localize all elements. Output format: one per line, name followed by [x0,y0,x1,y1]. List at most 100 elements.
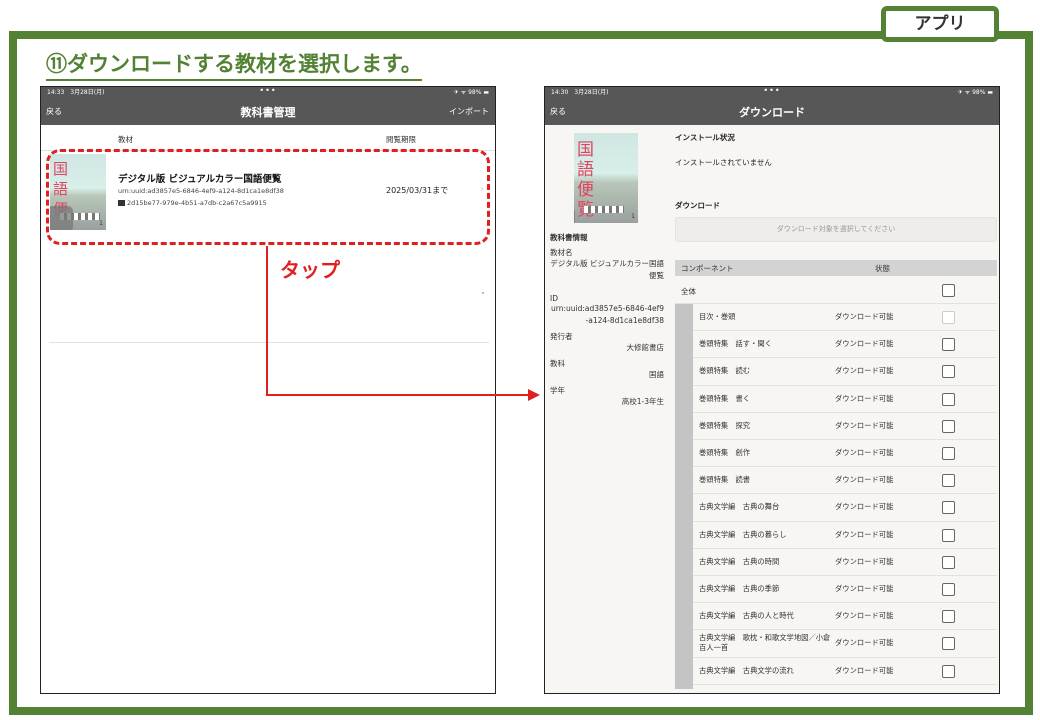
tap-highlight [46,149,490,245]
component-status: ダウンロード可能 [835,584,894,594]
arrow-right-icon [528,389,540,401]
component-checkbox[interactable] [942,338,955,352]
info-publisher-label: 発行者 [550,332,573,341]
component-row[interactable]: 古典文学編 古典文学の流れ ダウンロード可能 [693,658,997,685]
group-indent-bar [675,304,693,689]
component-row[interactable]: 巻頭特集 読書 ダウンロード可能 [693,467,997,495]
info-id-value: urn:uuid:ad3857e5-6846-4ef9-a124-8d1ca1e… [551,304,664,325]
component-status: ダウンロード可能 [835,638,894,648]
textbook-info-panel: 教科書情報 教材名 デジタル版 ビジュアルカラー国語便覧 ID urn:uuid… [550,232,664,408]
component-checkbox[interactable] [942,664,955,678]
component-name: 巻頭特集 話す・聞く [699,339,772,349]
app-tab-label: アプリ [881,6,999,42]
step-title: ⑪ダウンロードする教材を選択します。 [46,48,422,81]
component-row[interactable]: 巻頭特集 話す・聞く ダウンロード可能 [693,331,997,359]
multitask-dots-icon[interactable]: ••• [545,87,999,96]
info-id-label: ID [550,294,558,303]
info-subject-value: 国語 [649,370,664,379]
component-row[interactable]: 古典文学編 古典の人と時代 ダウンロード可能 [693,603,997,631]
component-name: 古典文学編 古典文学の流れ [699,665,794,675]
component-name: 古典文学編 古典の暮らし [699,529,787,539]
info-name-value: デジタル版 ビジュアルカラー国語便覧 [550,259,664,280]
info-grade-value: 高校1-3年生 [621,397,664,406]
info-name-label: 教材名 [550,248,573,257]
download-button[interactable]: ダウンロード対象を選択してください [675,217,997,242]
tap-label: タップ [280,258,340,282]
component-checkbox[interactable] [942,392,955,406]
info-subject-label: 教科 [550,359,565,368]
component-checkbox[interactable] [942,365,955,379]
info-grade-label: 学年 [550,386,565,395]
component-checkbox[interactable] [942,419,955,433]
divider [49,342,489,343]
status-bar: 14:33 3月28日(月) ••• ✈ ᯤ 98% ▬ [41,87,495,98]
component-name: 古典文学編 古典の人と時代 [699,611,794,621]
import-button[interactable]: インポート [449,106,489,117]
component-checkbox[interactable] [942,528,955,542]
status-icons: ✈ ᯤ 98% ▬ [453,89,489,96]
component-checkbox[interactable] [942,610,955,624]
component-status: ダウンロード可能 [835,448,894,458]
status-icons: ✈ ᯤ 98% ▬ [957,89,993,96]
component-row[interactable]: 古典文学編 古典の暮らし ダウンロード可能 [693,522,997,549]
select-all-checkbox[interactable] [942,284,955,297]
info-publisher-value: 大修館書店 [626,343,665,352]
multitask-dots-icon[interactable]: ••• [41,87,495,96]
download-label: ダウンロード [675,201,720,210]
component-name: 古典文学編 歌枕・和歌文学地図／小倉百人一首 [699,633,831,653]
column-status: 状態 [875,264,890,273]
component-status: ダウンロード可能 [835,366,894,376]
column-component: コンポーネント [681,264,734,273]
component-name: 古典文学編 古典の舞台 [699,502,780,512]
component-checkbox[interactable] [942,501,955,515]
component-checkbox [942,311,955,324]
arrow-line-horizontal [266,394,530,396]
component-row[interactable]: 古典文学編 古典の季節 ダウンロード可能 [693,576,997,604]
component-name: 目次・巻頭 [699,312,736,322]
component-row[interactable]: 古典文学編 古典の舞台 ダウンロード可能 [693,494,997,522]
nav-bar: 戻る 教科書管理 インポート [41,98,495,125]
component-checkbox[interactable] [942,637,955,651]
column-material: 教材 [118,135,133,144]
component-status: ダウンロード可能 [835,529,894,539]
component-row[interactable]: 巻頭特集 探究 ダウンロード可能 [693,413,997,440]
component-status: ダウンロード可能 [835,339,894,349]
nav-title: ダウンロード [739,106,805,119]
scroll-indicator [482,292,484,294]
status-bar: 14:30 3月28日(月) ••• ✈ ᯤ 98% ▬ [545,87,999,98]
nav-title: 教科書管理 [240,106,296,119]
component-checkbox[interactable] [942,474,955,488]
component-checkbox[interactable] [942,447,955,460]
component-row[interactable]: 目次・巻頭 ダウンロード可能 [693,304,997,332]
component-status: ダウンロード可能 [835,475,894,485]
component-table-header: コンポーネント 状態 [675,260,997,276]
component-status: ダウンロード可能 [835,556,894,566]
book-cover: 国 語 便 覧 1 [574,133,638,223]
nav-bar: 戻る ダウンロード [545,98,999,125]
component-row[interactable]: 巻頭特集 創作 ダウンロード可能 [693,440,997,468]
component-status: ダウンロード可能 [835,502,894,512]
component-name: 巻頭特集 読書 [699,475,751,485]
component-name: 古典文学編 古典の時間 [699,556,780,566]
column-expiry: 閲覧期限 [386,135,416,144]
component-row[interactable]: 巻頭特集 書く ダウンロード可能 [693,386,997,413]
install-status-value: インストールされていません [675,158,772,167]
select-all-label: 全体 [681,287,696,296]
component-status: ダウンロード可能 [835,420,894,430]
list-header: 教材 閲覧期限 [41,125,495,151]
component-name: 古典文学編 古典の季節 [699,584,780,594]
component-name: 巻頭特集 創作 [699,448,751,458]
component-row[interactable]: 古典文学編 古典の時間 ダウンロード可能 [693,549,997,576]
component-checkbox[interactable] [942,555,955,569]
component-status: ダウンロード可能 [835,312,894,322]
cover-badge [574,207,575,223]
component-row[interactable]: 古典文学編 歌枕・和歌文学地図／小倉百人一首 ダウンロード可能 [693,630,997,658]
component-status: ダウンロード可能 [835,393,894,403]
select-all-row[interactable]: 全体 [675,277,997,304]
component-name: 巻頭特集 探究 [699,420,751,430]
cover-crosswalk [584,206,624,213]
install-status-label: インストール状況 [675,133,735,142]
download-screen: 14:30 3月28日(月) ••• ✈ ᯤ 98% ▬ 戻る ダウンロード 国… [544,86,1000,694]
component-row[interactable]: 巻頭特集 読む ダウンロード可能 [693,358,997,386]
component-checkbox[interactable] [942,583,955,596]
